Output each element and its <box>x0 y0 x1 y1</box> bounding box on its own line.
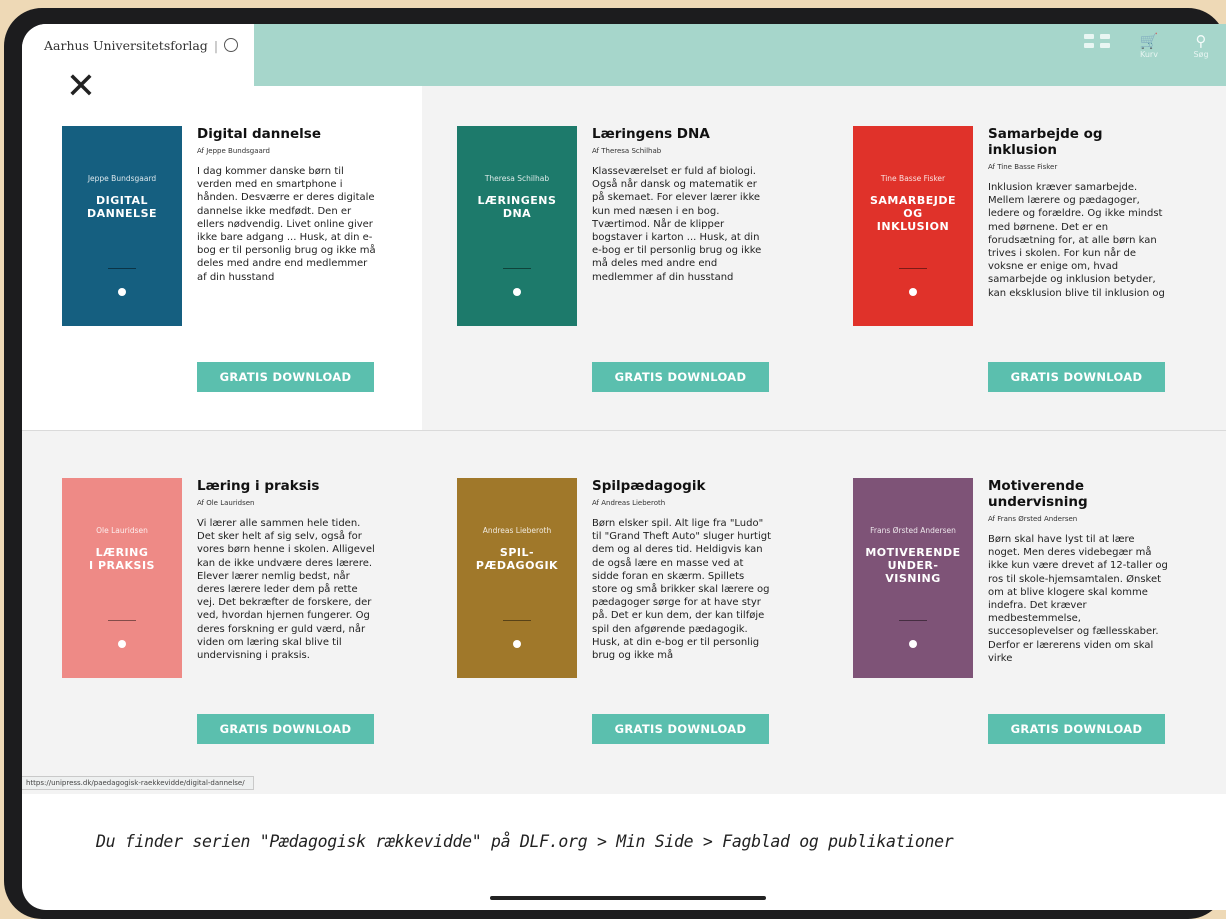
book-title[interactable]: Motiverende undervisning <box>988 478 1168 510</box>
cart-label: Kurv <box>1140 50 1158 59</box>
cover-dot <box>513 640 521 648</box>
cover-rule <box>899 620 927 621</box>
book-title[interactable]: Læring i praksis <box>197 478 377 494</box>
cover-dot <box>909 640 917 648</box>
grid-icon <box>1084 34 1110 48</box>
tablet-frame: Aarhus Universitetsforlag | 🛒 Kurv ⚲ Søg <box>4 8 1226 919</box>
cover-author: Jeppe Bundsgaard <box>87 174 157 183</box>
book-title[interactable]: Samarbejde og inklusion <box>988 126 1168 158</box>
cover-rule <box>503 620 531 621</box>
cover-dot <box>118 640 126 648</box>
gratis-download-button[interactable]: GRATIS DOWNLOAD <box>197 362 374 392</box>
book-info: Læring i praksis Af Ole Lauridsen Vi lærer… <box>197 478 377 687</box>
gratis-download-button[interactable]: GRATIS DOWNLOAD <box>592 714 769 744</box>
brand-separator: | <box>213 38 219 53</box>
row-divider <box>22 430 1226 431</box>
cart-button[interactable]: 🛒 Kurv <box>1132 32 1166 59</box>
book-info: Læringens DNA Af Theresa Schilhab Klassevæ… <box>592 126 772 335</box>
cover-author: Frans Ørsted Andersen <box>870 526 956 535</box>
close-icon[interactable]: ✕ <box>64 69 98 106</box>
cover-author: Tine Basse Fisker <box>880 174 946 183</box>
book-title[interactable]: Læringens DNA <box>592 126 772 142</box>
book-author: Af Jeppe Bundsgaard <box>197 147 271 155</box>
status-url: https://unipress.dk/paedagogisk-raekkevi… <box>22 776 254 790</box>
cover-dot <box>118 288 126 296</box>
seal-icon <box>224 38 239 52</box>
book-card: Andreas Lieberoth SPIL- PÆDAGOGIK Spilpæda… <box>457 478 787 778</box>
book-description: Børn skal have lyst til at lære noget. M… <box>988 534 1168 664</box>
home-indicator[interactable] <box>490 896 766 900</box>
gratis-download-button[interactable]: GRATIS DOWNLOAD <box>988 362 1165 392</box>
book-cover[interactable]: Theresa Schilhab LÆRINGENS DNA <box>457 126 577 326</box>
search-icon: ⚲ <box>1195 32 1207 50</box>
book-description: Vi lærer alle sammen hele tiden. Det ske… <box>197 518 375 662</box>
book-info: Motiverende undervisning Af Frans Ørsted … <box>988 478 1168 703</box>
book-description: Børn elsker spil. Alt lige fra "Ludo" ti… <box>592 518 772 662</box>
brand-name: Aarhus Universitetsforlag <box>44 38 208 53</box>
book-description: Klasseværelset er fuld af biologi. Også … <box>592 166 762 283</box>
book-cover[interactable]: Frans Ørsted Andersen MOTIVERENDE UNDER- … <box>853 478 973 678</box>
header-band: 🛒 Kurv ⚲ Søg <box>254 24 1226 86</box>
cart-icon: 🛒 <box>1139 32 1159 50</box>
book-grid: Jeppe Bundsgaard DIGITAL DANNELSE Digital … <box>22 86 1226 794</box>
search-button[interactable]: ⚲ Søg <box>1184 32 1218 59</box>
book-card: Jeppe Bundsgaard DIGITAL DANNELSE Digital … <box>62 126 392 426</box>
cover-title: DIGITAL DANNELSE <box>86 194 158 220</box>
book-cover[interactable]: Tine Basse Fisker SAMARBEJDE OG INKLUSION <box>853 126 973 326</box>
book-author: Af Ole Lauridsen <box>197 499 255 507</box>
top-bar: Aarhus Universitetsforlag | 🛒 Kurv ⚲ Søg <box>22 24 1226 86</box>
cover-dot <box>513 288 521 296</box>
brand-logo[interactable]: Aarhus Universitetsforlag | <box>44 38 239 53</box>
cover-author: Theresa Schilhab <box>484 174 550 183</box>
screen: Aarhus Universitetsforlag | 🛒 Kurv ⚲ Søg <box>22 24 1226 910</box>
cover-title: SAMARBEJDE OG INKLUSION <box>869 194 956 233</box>
cover-rule <box>899 268 927 269</box>
gratis-download-button[interactable]: GRATIS DOWNLOAD <box>197 714 374 744</box>
book-info: Spilpædagogik Af Andreas Lieberoth Børn el… <box>592 478 772 687</box>
gratis-download-button[interactable]: GRATIS DOWNLOAD <box>592 362 769 392</box>
book-card: Frans Ørsted Andersen MOTIVERENDE UNDER- … <box>853 478 1183 778</box>
cover-rule <box>108 620 136 621</box>
book-author: Af Theresa Schilhab <box>592 147 662 155</box>
cover-author: Ole Lauridsen <box>96 526 148 535</box>
book-cover[interactable]: Jeppe Bundsgaard DIGITAL DANNELSE <box>62 126 182 326</box>
book-card: Tine Basse Fisker SAMARBEJDE OG INKLUSION… <box>853 126 1183 426</box>
book-author: Af Tine Basse Fisker <box>988 163 1058 171</box>
book-card: Ole Lauridsen LÆRING I PRAKSIS Læring i pr… <box>62 478 392 778</box>
book-title[interactable]: Digital dannelse <box>197 126 377 142</box>
book-description: I dag kommer danske børn til verden med … <box>197 166 376 283</box>
cover-rule <box>108 268 136 269</box>
book-info: Digital dannelse Af Jeppe Bundsgaard I dag… <box>197 126 377 335</box>
book-author: Af Frans Ørsted Andersen <box>988 515 1078 523</box>
cover-title: SPIL- PÆDAGOGIK <box>475 546 559 572</box>
brand-area: Aarhus Universitetsforlag | <box>22 24 254 86</box>
book-card: Theresa Schilhab LÆRINGENS DNA Læringens D… <box>457 126 787 426</box>
gratis-download-button[interactable]: GRATIS DOWNLOAD <box>988 714 1165 744</box>
cover-dot <box>909 288 917 296</box>
cover-author: Andreas Lieberoth <box>482 526 552 535</box>
cover-title: MOTIVERENDE UNDER- VISNING <box>865 546 961 585</box>
book-author: Af Andreas Lieberoth <box>592 499 666 507</box>
header-icons: 🛒 Kurv ⚲ Søg <box>1080 32 1218 59</box>
cover-title: LÆRINGENS DNA <box>477 194 557 220</box>
cover-title: LÆRING I PRAKSIS <box>89 546 155 572</box>
caption: Du finder serien "Pædagogisk rækkevidde"… <box>96 832 954 851</box>
menu-grid-button[interactable] <box>1080 32 1114 59</box>
cover-rule <box>503 268 531 269</box>
book-cover[interactable]: Ole Lauridsen LÆRING I PRAKSIS <box>62 478 182 678</box>
book-title[interactable]: Spilpædagogik <box>592 478 772 494</box>
book-cover[interactable]: Andreas Lieberoth SPIL- PÆDAGOGIK <box>457 478 577 678</box>
search-label: Søg <box>1193 50 1209 59</box>
book-info: Samarbejde og inklusion Af Tine Basse Fis… <box>988 126 1168 351</box>
book-description: Inklusion kræver samarbejde. Mellem lære… <box>988 182 1165 299</box>
